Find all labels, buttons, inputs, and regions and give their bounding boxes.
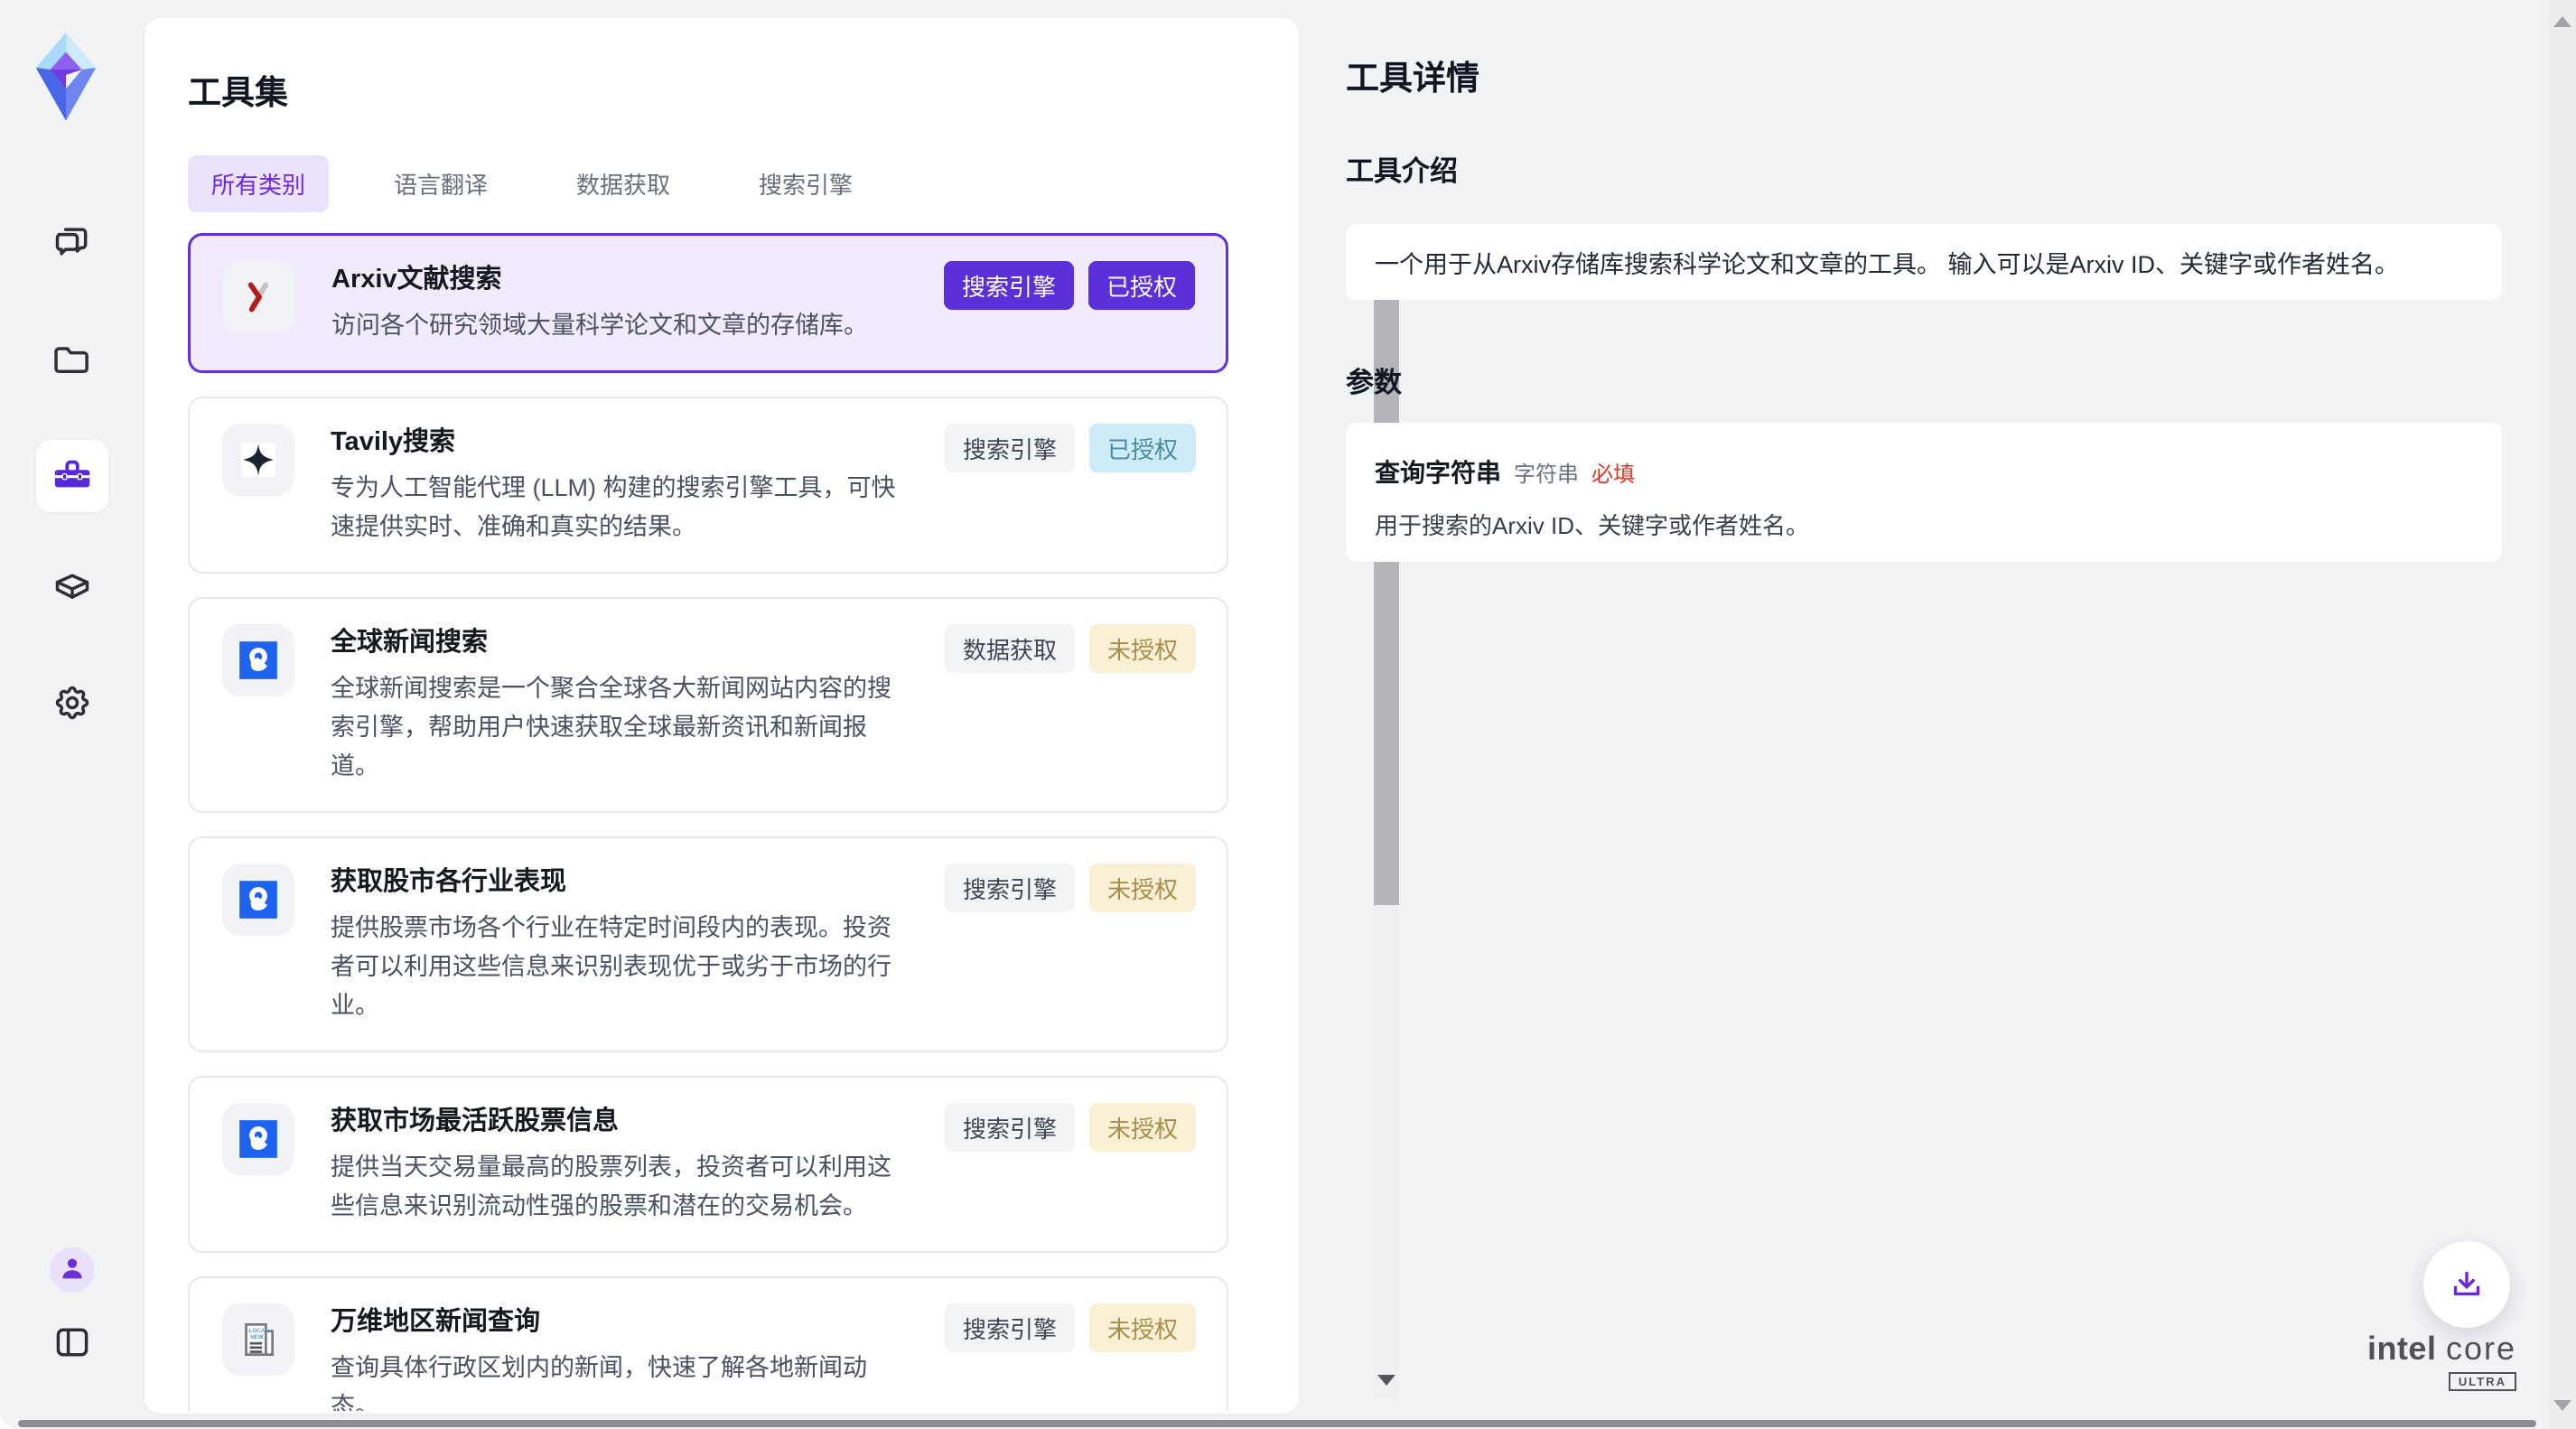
details-title: 工具详情: [1346, 51, 1479, 99]
intro-card: 一个用于从Arxiv存储库搜索科学论文和文章的工具。 输入可以是Arxiv ID…: [1346, 224, 2502, 300]
person-icon: [57, 1253, 88, 1288]
param-description: 用于搜索的Arxiv ID、关键字或作者姓名。: [1375, 508, 2473, 541]
page-title: 工具集: [188, 65, 288, 114]
tool-card-5[interactable]: LOCALNEW 万维地区新闻查询 查询具体行政区划内的新闻，快速了解各地新闻动…: [188, 1276, 1228, 1411]
tool-card-3[interactable]: 获取股市各行业表现 提供股票市场各个行业在特定时间段内的表现。投资者可以利用这些…: [188, 836, 1228, 1052]
ultra-badge: ULTRA: [2449, 1372, 2516, 1391]
tool-name: 获取市场最活跃股票信息: [331, 1103, 897, 1139]
cube-icon: [52, 568, 92, 612]
intel-core-ultra-logo: intel core ULTRA: [2348, 1330, 2516, 1391]
page-horizontal-scrollbar-thumb[interactable]: [18, 1420, 2536, 1427]
tool-description: 访问各个研究领域大量科学论文和文章的存储库。: [331, 306, 898, 345]
parameter-card: 查询字符串 字符串 必填 用于搜索的Arxiv ID、关键字或作者姓名。: [1346, 423, 2502, 562]
tool-card-0[interactable]: Arxiv文献搜索 访问各个研究领域大量科学论文和文章的存储库。 搜索引擎 已授…: [188, 233, 1228, 373]
tool-auth-badge[interactable]: 未授权: [1089, 1103, 1196, 1152]
tab-2[interactable]: 数据获取: [553, 155, 694, 212]
tool-list: Arxiv文献搜索 访问各个研究领域大量科学论文和文章的存储库。 搜索引擎 已授…: [188, 233, 1228, 1411]
sidebar-item-settings[interactable]: [52, 685, 92, 724]
svg-text:NEW: NEW: [250, 1334, 264, 1340]
param-type: 字符串: [1514, 456, 1579, 488]
tool-category-badge: 搜索引擎: [945, 864, 1075, 912]
tool-description: 提供股票市场各个行业在特定时间段内的表现。投资者可以利用这些信息来识别表现优于或…: [331, 909, 897, 1025]
app-window: 工具集 所有类别语言翻译数据获取搜索引擎 Arxiv文献搜索 访问各个研究领域大…: [0, 0, 2576, 1429]
sidebar-item-files[interactable]: [52, 341, 92, 380]
tool-name: 全球新闻搜索: [331, 624, 897, 660]
tavily-icon: [222, 424, 294, 496]
tab-3[interactable]: 搜索引擎: [735, 155, 876, 212]
sidebar-item-models[interactable]: [52, 570, 92, 610]
tool-name: 万维地区新闻查询: [331, 1303, 897, 1340]
intro-heading: 工具介绍: [1346, 148, 1458, 189]
arxiv-icon: [223, 261, 295, 333]
tool-card-1[interactable]: Tavily搜索 专为人工智能代理 (LLM) 构建的搜索引擎工具，可快速提供实…: [188, 397, 1228, 574]
intel-wordmark: intel: [2367, 1330, 2437, 1367]
api-icon: [222, 864, 294, 936]
tool-category-badge: 搜索引擎: [945, 424, 1075, 472]
category-tabs: 所有类别语言翻译数据获取搜索引擎: [188, 157, 876, 210]
sidebar-collapse-button[interactable]: [52, 1324, 92, 1364]
tool-category-badge: 搜索引擎: [944, 261, 1074, 310]
download-icon: [2446, 1262, 2487, 1308]
page-vertical-scrollbar[interactable]: [2549, 0, 2576, 1429]
tool-auth-badge[interactable]: 未授权: [1089, 624, 1196, 673]
chat-icon: [52, 221, 92, 266]
tool-description: 查询具体行政区划内的新闻，快速了解各地新闻动态。: [331, 1349, 897, 1411]
params-heading: 参数: [1346, 360, 1402, 400]
tool-description: 提供当天交易量最高的股票列表，投资者可以利用这些信息来识别流动性强的股票和潜在的…: [331, 1148, 897, 1226]
toolset-panel: 工具集 所有类别语言翻译数据获取搜索引擎 Arxiv文献搜索 访问各个研究领域大…: [145, 18, 1299, 1414]
gear-icon: [52, 683, 92, 727]
page-scroll-up-arrow[interactable]: [2553, 16, 2571, 27]
toolbox-icon: [51, 453, 93, 500]
tool-auth-badge[interactable]: 未授权: [1089, 1303, 1196, 1352]
tool-category-badge: 数据获取: [945, 624, 1075, 673]
api-icon: [222, 624, 294, 696]
tool-auth-badge[interactable]: 已授权: [1088, 261, 1195, 310]
download-button[interactable]: [2423, 1241, 2510, 1328]
param-required-label: 必填: [1591, 456, 1635, 488]
page-scroll-down-arrow[interactable]: [2553, 1400, 2571, 1411]
panel-toggle-icon: [52, 1322, 92, 1367]
user-avatar[interactable]: [50, 1247, 95, 1293]
tool-name: Arxiv文献搜索: [331, 261, 898, 297]
app-logo-icon: [27, 31, 105, 125]
tool-auth-badge[interactable]: 未授权: [1089, 864, 1196, 912]
sidebar: [0, 0, 145, 1429]
tool-description: 全球新闻搜索是一个聚合全球各大新闻网站内容的搜索引擎，帮助用户快速获取全球最新资…: [331, 669, 897, 786]
sidebar-item-chat[interactable]: [52, 223, 92, 263]
tool-description: 专为人工智能代理 (LLM) 构建的搜索引擎工具，可快速提供实时、准确和真实的结…: [331, 469, 897, 546]
tool-card-2[interactable]: 全球新闻搜索 全球新闻搜索是一个聚合全球各大新闻网站内容的搜索引擎，帮助用户快速…: [188, 597, 1228, 813]
api-icon: [222, 1103, 294, 1175]
intro-text: 一个用于从Arxiv存储库搜索科学论文和文章的工具。 输入可以是Arxiv ID…: [1375, 245, 2399, 280]
tab-1[interactable]: 语言翻译: [370, 155, 511, 212]
folder-icon: [52, 339, 92, 383]
tab-0[interactable]: 所有类别: [188, 155, 329, 212]
tool-category-badge: 搜索引擎: [945, 1303, 1075, 1352]
tool-name: 获取股市各行业表现: [331, 864, 897, 900]
tool-category-badge: 搜索引擎: [945, 1103, 1075, 1152]
param-name: 查询字符串: [1375, 453, 1501, 490]
tool-card-4[interactable]: 获取市场最活跃股票信息 提供当天交易量最高的股票列表，投资者可以利用这些信息来识…: [188, 1076, 1228, 1253]
newspaper-icon: LOCALNEW: [222, 1303, 294, 1376]
core-wordmark: core: [2446, 1330, 2516, 1367]
tool-name: Tavily搜索: [331, 424, 897, 460]
sidebar-item-tools-active[interactable]: [36, 440, 108, 512]
list-scroll-down-arrow[interactable]: [1377, 1375, 1395, 1386]
tool-auth-badge[interactable]: 已授权: [1089, 424, 1196, 472]
